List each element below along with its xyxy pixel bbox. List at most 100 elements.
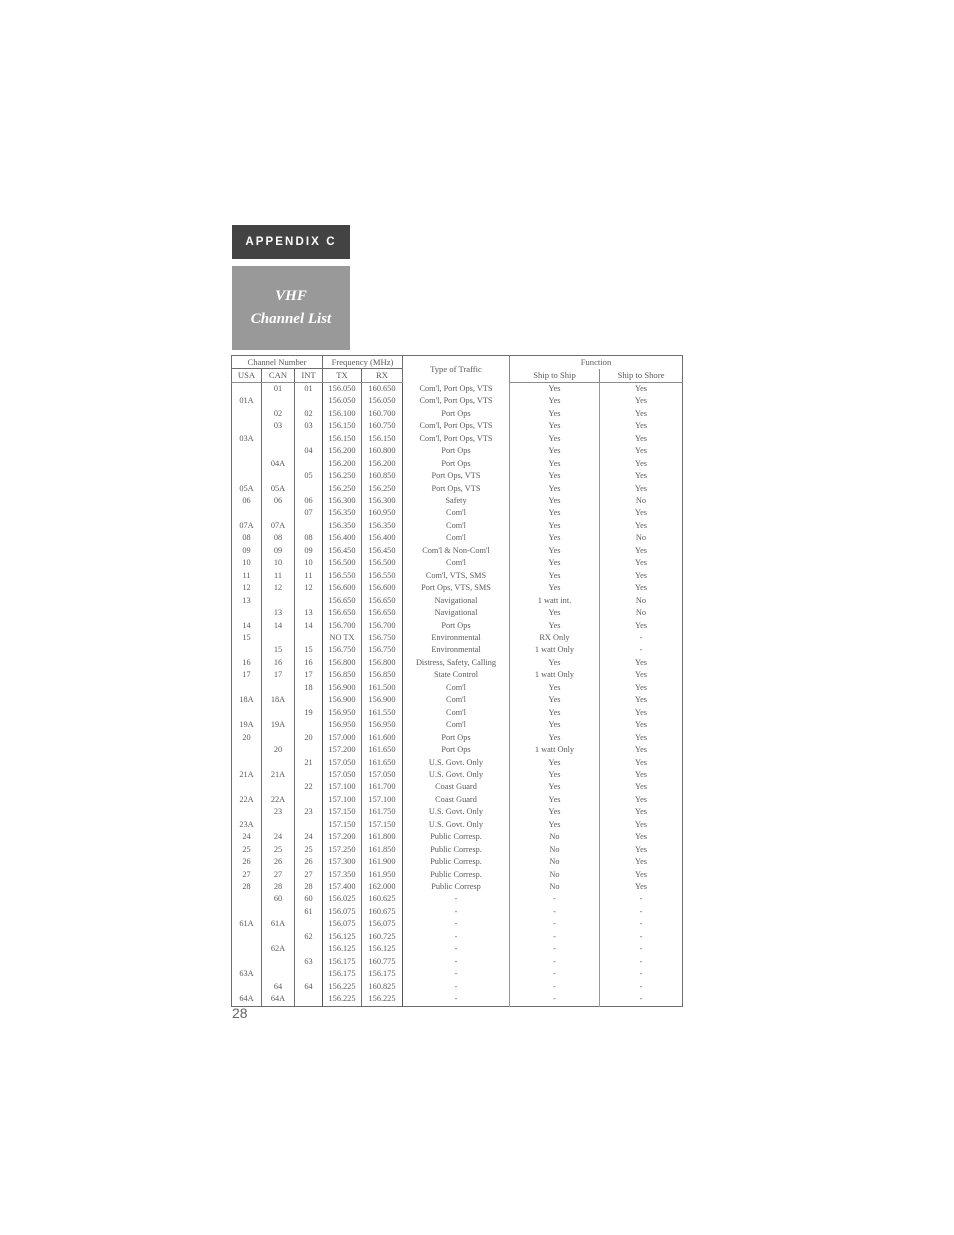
- cell-ship-to-shore: Yes: [634, 707, 648, 717]
- cell-usa: [231, 607, 262, 620]
- cell-rx: 156.225: [361, 993, 403, 1007]
- cell-tx: 156.700: [322, 619, 362, 632]
- cell-usa: 63A: [231, 968, 262, 981]
- table-row: 13 13 156.650 156.650 Navigational Yes No: [231, 607, 683, 620]
- cell-int: [294, 482, 323, 495]
- cell-int: [294, 968, 323, 981]
- cell-rx: 160.625: [361, 893, 403, 906]
- cell-rx: 161.600: [361, 731, 403, 745]
- cell-tx: 156.200: [322, 457, 362, 471]
- cell-int: 24: [294, 831, 323, 844]
- cell-ship-to-shore: Yes: [634, 844, 648, 854]
- cell-can: 10: [261, 557, 295, 570]
- cell-traffic: Coast Guard: [402, 781, 510, 794]
- cell-can: 15: [261, 644, 295, 657]
- cell-int: 09: [294, 544, 323, 558]
- cell-ship-to-ship: Yes: [509, 818, 600, 832]
- cell-int: 25: [294, 843, 323, 857]
- cell-int: [294, 818, 323, 832]
- cell-rx: 156.075: [361, 918, 403, 931]
- cell-traffic: Com'l: [402, 719, 510, 732]
- cell-int: 05: [294, 470, 323, 483]
- cell-traffic: State Control: [402, 669, 510, 682]
- cell-int: [294, 395, 323, 408]
- cell-rx: 156.450: [361, 544, 403, 558]
- cell-int: [294, 793, 323, 807]
- table-row: 61A 61A 156.075 156.075- - -: [231, 918, 683, 931]
- cell-tx: 157.150: [322, 818, 362, 832]
- cell-can: [261, 905, 295, 919]
- cell-can: 06: [261, 494, 295, 508]
- cell-int: 07: [294, 507, 323, 520]
- cell-ship-to-shore: Yes: [634, 682, 648, 692]
- cell-can: [261, 955, 295, 969]
- cell-ship-to-shore: Yes: [634, 508, 648, 518]
- cell-traffic: Port Ops, VTS, SMS: [402, 582, 510, 595]
- cell-ship-to-shore: No: [635, 533, 647, 543]
- cell-int: 11: [294, 569, 323, 583]
- table-row: 19 156.950 161.550 Com'l Yes Yes: [231, 706, 683, 720]
- cell-usa: 07A: [231, 519, 262, 533]
- cell-rx: 156.650: [361, 607, 403, 620]
- cell-tx: 156.500: [322, 557, 362, 570]
- appendix-tab-label: APPENDIX C: [245, 236, 337, 248]
- cell-usa: 19A: [231, 719, 262, 732]
- cell-ship-to-shore: Yes: [634, 558, 648, 568]
- cell-usa: [231, 930, 262, 944]
- cell-traffic: U.S. Govt. Only: [402, 806, 510, 819]
- cell-can: 04A: [261, 457, 295, 471]
- cell-rx: 156.850: [361, 669, 403, 682]
- cell-can: 16: [261, 656, 295, 670]
- cell-can: 11: [261, 569, 295, 583]
- cell-traffic: Port Ops: [402, 619, 510, 632]
- cell-can: 21A: [261, 768, 295, 782]
- cell-tx: 157.050: [322, 768, 362, 782]
- cell-tx: 156.350: [322, 507, 362, 520]
- cell-tx: NO TX: [322, 631, 362, 645]
- cell-usa: 10: [231, 557, 262, 570]
- cell-int: 60: [294, 893, 323, 906]
- cell-can: 61A: [261, 918, 295, 931]
- cell-rx: 156.400: [361, 532, 403, 545]
- cell-ship-to-ship: Yes: [509, 482, 600, 495]
- header-channel-number: Channel Number: [231, 355, 323, 370]
- cell-can: 03: [261, 420, 295, 433]
- cell-traffic: -: [402, 968, 510, 981]
- cell-traffic: Com'l, Port Ops, VTS: [402, 420, 510, 433]
- table-row: 15 NO TX 156.750 Environmental RX Only -: [231, 631, 683, 645]
- cell-tx: 156.950: [322, 706, 362, 720]
- cell-int: 61: [294, 905, 323, 919]
- cell-traffic: Port Ops: [402, 731, 510, 745]
- cell-ship-to-shore: -: [639, 956, 643, 966]
- cell-tx: 156.125: [322, 943, 362, 956]
- cell-ship-to-ship: Yes: [509, 395, 600, 408]
- cell-usa: 17: [231, 669, 262, 682]
- table-row: 06 06 06 156.300 156.300 Safety Yes No: [231, 494, 683, 508]
- table-row: 21 157.050 161.650 U.S. Govt. Only Yes Yes: [231, 756, 683, 769]
- title-line-2: Channel List: [250, 311, 332, 327]
- cell-ship-to-shore: Yes: [634, 458, 648, 468]
- cell-int: [294, 918, 323, 931]
- cell-usa: 25: [231, 843, 262, 857]
- cell-traffic: Com'l: [402, 681, 510, 695]
- cell-can: 23: [261, 806, 295, 819]
- vhf-channel-table: Channel Number Frequency (MHz) Type of T…: [231, 355, 683, 1007]
- cell-ship-to-ship: No: [509, 831, 600, 844]
- table-row: 19A 19A 156.950 156.950 Com'l Yes Yes: [231, 719, 683, 732]
- cell-can: 25: [261, 843, 295, 857]
- cell-ship-to-ship: Yes: [509, 494, 600, 508]
- cell-tx: 156.450: [322, 544, 362, 558]
- cell-tx: 156.175: [322, 955, 362, 969]
- cell-usa: 08: [231, 532, 262, 545]
- cell-ship-to-ship: Yes: [509, 793, 600, 807]
- cell-ship-to-shore: Yes: [634, 570, 648, 580]
- table-row: 03 03 156.150 160.750 Com'l, Port Ops, VTS Ye…: [231, 420, 683, 433]
- table-row: 20 20 157.000 161.600 Port Ops Yes Yes: [231, 731, 683, 745]
- cell-rx: 161.500: [361, 681, 403, 695]
- cell-ship-to-shore: Yes: [634, 732, 648, 742]
- table-row: 26 26 26 157.300 161.900 Public Corresp. No Yes: [231, 856, 683, 869]
- cell-tx: 156.250: [322, 470, 362, 483]
- cell-traffic: -: [402, 918, 510, 931]
- cell-rx: 160.800: [361, 445, 403, 458]
- cell-int: 13: [294, 607, 323, 620]
